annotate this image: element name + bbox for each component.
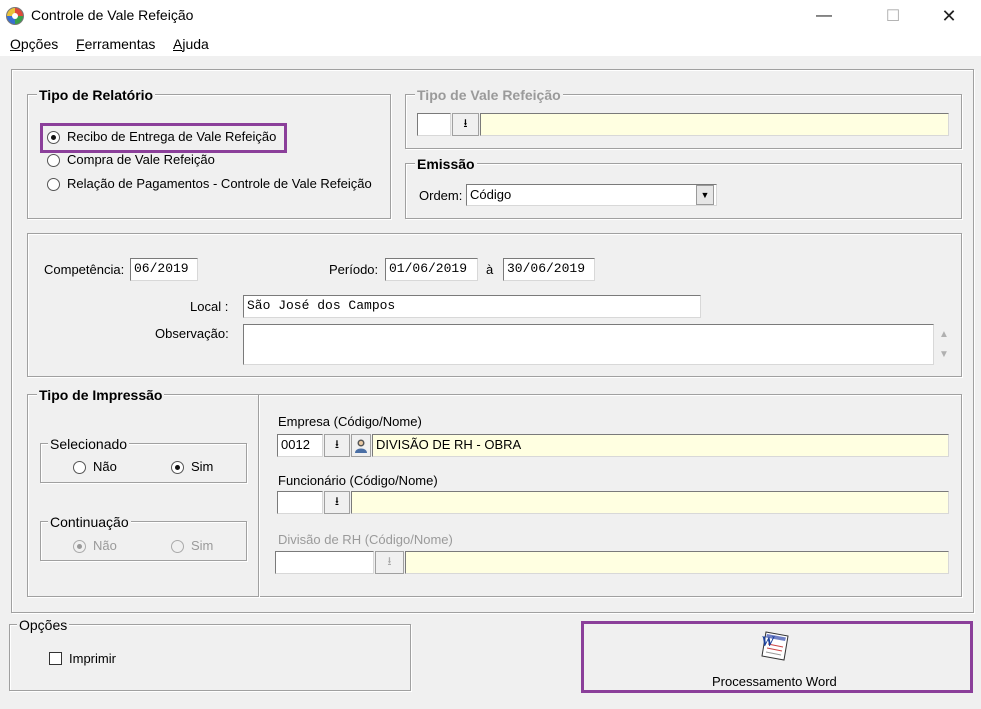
window-title: Controle de Vale Refeição [31, 7, 194, 23]
empresa-user-button[interactable] [351, 434, 371, 457]
funcionario-name-field [351, 491, 949, 514]
tipo-vale-legend: Tipo de Vale Refeição [415, 87, 563, 103]
radio-continuacao-nao-label[interactable]: Não [93, 538, 117, 553]
funcionario-label: Funcionário (Código/Nome) [278, 473, 438, 488]
observacao-textarea[interactable] [243, 324, 934, 365]
radio-selecionado-sim-label[interactable]: Sim [191, 459, 213, 474]
close-button[interactable]: ✕ [926, 0, 972, 32]
divisao-lookup-button[interactable]: ⭳ [375, 551, 404, 574]
selecionado-legend: Selecionado [48, 436, 130, 452]
download-arrow-icon: ⭳ [334, 437, 340, 451]
divisao-label: Divisão de RH (Código/Nome) [278, 532, 453, 547]
scroll-down-icon[interactable]: ▼ [939, 349, 949, 360]
radio-selecionado-nao[interactable] [73, 461, 86, 474]
maximize-button[interactable]: ☐ [870, 0, 916, 32]
download-arrow-icon: ⭳ [463, 116, 468, 130]
radio-selecionado-nao-label[interactable]: Não [93, 459, 117, 474]
local-label: Local : [190, 299, 229, 314]
opcoes-legend: Opções [17, 617, 70, 633]
tipo-vale-name-field [480, 113, 949, 136]
local-input[interactable]: São José dos Campos [243, 295, 701, 318]
radio-continuacao-nao[interactable] [73, 540, 86, 553]
chevron-down-icon[interactable]: ▼ [696, 185, 714, 205]
continuacao-legend: Continuação [48, 514, 131, 530]
empresa-label: Empresa (Código/Nome) [278, 414, 422, 429]
radio-relacao[interactable] [47, 178, 60, 191]
download-arrow-icon: ⭳ [334, 494, 340, 508]
competencia-label: Competência: [44, 262, 125, 277]
imprimir-label[interactable]: Imprimir [69, 651, 116, 666]
tipo-vale-lookup-button[interactable]: ⭳ [452, 113, 479, 136]
radio-continuacao-sim-label[interactable]: Sim [191, 538, 213, 553]
divisao-code-input[interactable] [275, 551, 374, 574]
radio-recibo[interactable] [47, 131, 60, 144]
periodo-label: Período: [329, 262, 379, 277]
emissao-legend: Emissão [415, 156, 477, 172]
funcionario-code-input[interactable] [277, 491, 323, 514]
tipo-impressao-legend: Tipo de Impressão [37, 387, 165, 403]
radio-compra[interactable] [47, 154, 60, 167]
radio-compra-label[interactable]: Compra de Vale Refeição [67, 152, 215, 167]
menu-ajuda[interactable]: Ajuda [173, 36, 209, 52]
tipo-impressao-divider [258, 394, 259, 597]
svg-text:W: W [761, 634, 776, 650]
radio-recibo-label[interactable]: Recibo de Entrega de Vale Refeição [67, 129, 276, 144]
radio-selecionado-sim[interactable] [171, 461, 184, 474]
periodo-a-label: à [486, 262, 494, 277]
word-document-icon: W [761, 631, 789, 661]
radio-continuacao-sim[interactable] [171, 540, 184, 553]
periodo-fim-input[interactable]: 30/06/2019 [503, 258, 595, 281]
tipo-vale-code-input[interactable] [417, 113, 451, 136]
observacao-label: Observação: [155, 326, 229, 341]
empresa-name-field: DIVISÃO DE RH - OBRA [372, 434, 949, 457]
app-icon [6, 7, 24, 25]
scroll-up-icon[interactable]: ▲ [939, 329, 949, 340]
divisao-name-field [405, 551, 949, 574]
radio-relacao-label[interactable]: Relação de Pagamentos - Controle de Vale… [67, 176, 372, 191]
user-search-icon [355, 439, 367, 453]
menu-ferramentas[interactable]: Ferramentas [76, 36, 155, 52]
download-arrow-icon: ⭳ [387, 554, 392, 568]
tipo-relatorio-legend: Tipo de Relatório [37, 87, 156, 103]
funcionario-lookup-button[interactable]: ⭳ [324, 491, 350, 514]
processamento-word-label[interactable]: Processamento Word [712, 674, 837, 689]
minimize-button[interactable]: — [801, 0, 847, 32]
ordem-label: Ordem: [419, 188, 463, 203]
imprimir-checkbox[interactable] [49, 652, 62, 665]
menu-opcoes[interactable]: Opções [10, 36, 58, 52]
ordem-select[interactable]: Código [466, 184, 717, 206]
empresa-code-input[interactable]: 0012 [277, 434, 323, 457]
empresa-lookup-button[interactable]: ⭳ [324, 434, 350, 457]
competencia-input[interactable]: 06/2019 [130, 258, 198, 281]
periodo-inicio-input[interactable]: 01/06/2019 [385, 258, 478, 281]
